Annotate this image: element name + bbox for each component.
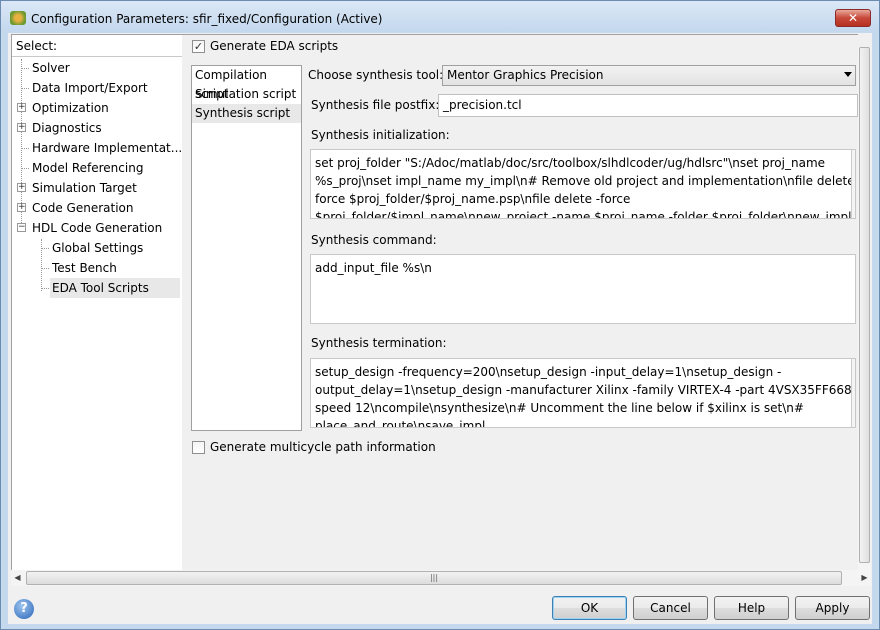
text-line: %s_proj\nset impl_name my_impl\n# Remove… [315,174,856,188]
tab-compilation-script[interactable]: Compilation script [192,66,301,101]
text-line: place_and_route\nsave_impl [315,419,486,428]
tree-item-simulation-target[interactable]: Simulation Target [32,178,137,198]
scroll-thumb[interactable] [859,47,870,563]
init-textarea[interactable]: set proj_folder "S:/Adoc/matlab/doc/src/… [310,149,856,219]
cancel-button[interactable]: Cancel [633,596,708,620]
scroll-right-icon[interactable]: ▶ [858,570,871,586]
synthesis-tool-value: Mentor Graphics Precision [447,68,604,82]
tree-item-model-referencing[interactable]: Model Referencing [32,158,143,178]
apply-button[interactable]: Apply [795,596,870,620]
tree-item-test-bench[interactable]: Test Bench [52,258,117,278]
chevron-down-icon [844,72,852,77]
close-button[interactable]: ✕ [835,9,871,27]
tree-item-data-import-export[interactable]: Data Import/Export [32,78,148,98]
tree-header: Select: [12,35,182,57]
dialog-window: Configuration Parameters: sfir_fixed/Con… [0,0,880,630]
postfix-input[interactable]: _precision.tcl [438,94,858,117]
text-line: $proj_folder/$impl_name\nnew_project -na… [315,210,852,219]
settings-panel: ✓ Generate EDA scripts Compilation scrip… [182,34,858,571]
tree-item-code-generation[interactable]: Code Generation [32,198,133,218]
script-tabs: Compilation script Simulation script Syn… [191,65,302,431]
vertical-scrollbar[interactable] [858,47,871,571]
window-title: Configuration Parameters: sfir_fixed/Con… [31,12,383,26]
tree-item-optimization[interactable]: Optimization [32,98,109,118]
expand-icon[interactable]: + [17,103,26,112]
tree-item-hardware-implementation[interactable]: Hardware Implementat... [32,138,182,158]
app-icon [10,11,26,25]
help-button[interactable]: Help [714,596,789,620]
generate-eda-checkbox[interactable]: ✓ [192,40,205,53]
multicycle-checkbox[interactable] [192,441,205,454]
tree-item-global-settings[interactable]: Global Settings [52,238,143,258]
text-line: add_input_file %s\n [315,261,432,275]
init-label: Synthesis initialization: [311,128,450,142]
expand-icon[interactable]: + [17,203,26,212]
text-line: speed 12\ncompile\nsynthesize\n# Uncomme… [315,401,804,415]
tab-simulation-script[interactable]: Simulation script [192,85,301,104]
generate-eda-label: Generate EDA scripts [210,39,339,53]
collapse-icon[interactable]: − [17,223,26,232]
tab-synthesis-script[interactable]: Synthesis script [192,104,301,123]
text-line: output_delay=1\nsetup_design -manufactur… [315,383,856,397]
title-bar: Configuration Parameters: sfir_fixed/Con… [1,1,879,33]
multicycle-label: Generate multicycle path information [210,440,436,454]
tree-item-eda-tool-scripts[interactable]: EDA Tool Scripts [50,278,180,298]
term-label: Synthesis termination: [311,336,447,350]
help-icon[interactable]: ? [14,599,34,619]
term-textarea[interactable]: setup_design -frequency=200\nsetup_desig… [310,358,856,428]
cmd-textarea[interactable]: add_input_file %s\n [310,254,856,324]
category-tree: Select: Solver Data Import/Export + Opti… [11,34,183,571]
cmd-label: Synthesis command: [311,233,437,247]
text-line: force $proj_folder/$proj_name.psp\nfile … [315,192,631,206]
tool-label: Choose synthesis tool: [308,68,444,82]
scroll-thumb[interactable]: ||| [26,571,842,585]
text-line: setup_design -frequency=200\nsetup_desig… [315,365,782,379]
ok-button[interactable]: OK [552,596,627,620]
horizontal-scrollbar[interactable]: ◀ ||| ▶ [11,570,871,586]
tree-item-solver[interactable]: Solver [32,58,70,78]
expand-icon[interactable]: + [17,123,26,132]
synthesis-tool-select[interactable]: Mentor Graphics Precision [442,65,856,86]
tree-item-hdl-code-generation[interactable]: HDL Code Generation [32,218,162,238]
text-line: set proj_folder "S:/Adoc/matlab/doc/src/… [315,156,826,170]
postfix-label: Synthesis file postfix: [311,98,440,112]
scrollbar[interactable] [851,359,855,427]
scroll-left-icon[interactable]: ◀ [11,570,24,586]
tree-item-diagnostics[interactable]: Diagnostics [32,118,102,138]
scrollbar[interactable] [851,150,855,218]
expand-icon[interactable]: + [17,183,26,192]
